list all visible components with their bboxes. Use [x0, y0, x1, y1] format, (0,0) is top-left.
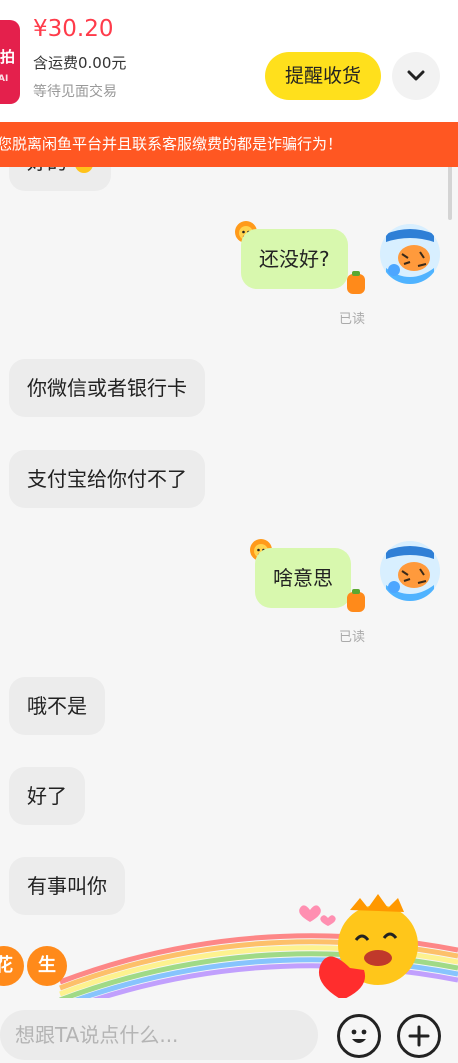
read-receipt: 已读 — [339, 630, 366, 645]
persimmon-tag-icon — [347, 271, 365, 294]
remind-receipt-button[interactable]: 提醒收货 — [265, 52, 381, 100]
message-text: 哦不是 — [27, 694, 87, 718]
fraud-warning-text: 您脱离闲鱼平台并且联系客服缴费的都是诈骗行为！ — [0, 135, 343, 153]
order-status: 等待见面交易 — [33, 84, 117, 100]
chat-scrollbar[interactable] — [448, 167, 452, 220]
thumbnail-subtext: AI — [0, 74, 9, 84]
smile-emoji-icon — [75, 167, 94, 173]
order-shipping: 含运费0.00元 — [33, 54, 127, 72]
tiger-avatar-icon — [380, 541, 440, 601]
chevron-down-icon — [407, 70, 425, 81]
chat-area[interactable]: 好的 还没好? 已读 你微信或者银行卡 支付宝给你付不了 — [0, 167, 458, 1002]
product-thumbnail[interactable]: 拍 AI — [0, 20, 20, 104]
message-text: 支付宝给你付不了 — [27, 467, 187, 491]
message-text: 有事叫你 — [27, 874, 107, 898]
message-bubble-incoming[interactable]: 好了 — [9, 767, 85, 825]
my-avatar[interactable] — [380, 224, 440, 284]
message-bubble-incoming[interactable]: 你微信或者银行卡 — [9, 359, 205, 417]
message-text: 还没好? — [259, 247, 330, 271]
my-avatar[interactable] — [380, 541, 440, 601]
expand-order-button[interactable] — [392, 52, 440, 100]
thumbnail-text: 拍 — [0, 48, 16, 66]
message-text: 好了 — [27, 784, 67, 808]
plus-icon — [408, 1025, 430, 1047]
add-button[interactable] — [397, 1014, 441, 1058]
message-text: 好的 — [27, 167, 67, 174]
emoji-button[interactable] — [337, 1014, 381, 1058]
order-header: 拍 AI ¥30.20 含运费0.00元 等待见面交易 提醒收货 — [0, 0, 458, 122]
message-bubble-incoming[interactable]: 支付宝给你付不了 — [9, 450, 205, 508]
emoji-icon — [351, 1029, 367, 1043]
read-receipt: 已读 — [339, 312, 366, 327]
message-bubble-outgoing[interactable]: 啥意思 — [255, 548, 351, 608]
message-bubble-incoming[interactable]: 哦不是 — [9, 677, 105, 735]
message-text: 啥意思 — [273, 566, 333, 590]
tiger-avatar-icon — [380, 224, 440, 284]
message-bubble-outgoing[interactable]: 还没好? — [241, 229, 348, 289]
order-price: ¥30.20 — [33, 16, 114, 42]
message-bubble-incoming[interactable]: 有事叫你 — [9, 857, 125, 915]
message-bubble-incoming[interactable]: 好的 — [9, 167, 112, 191]
message-text: 你微信或者银行卡 — [27, 376, 187, 400]
message-input-bar — [0, 1002, 458, 1063]
persimmon-tag-icon — [347, 589, 365, 612]
fraud-warning-banner: 您脱离闲鱼平台并且联系客服缴费的都是诈骗行为！ — [0, 122, 458, 167]
message-input[interactable] — [0, 1010, 318, 1060]
